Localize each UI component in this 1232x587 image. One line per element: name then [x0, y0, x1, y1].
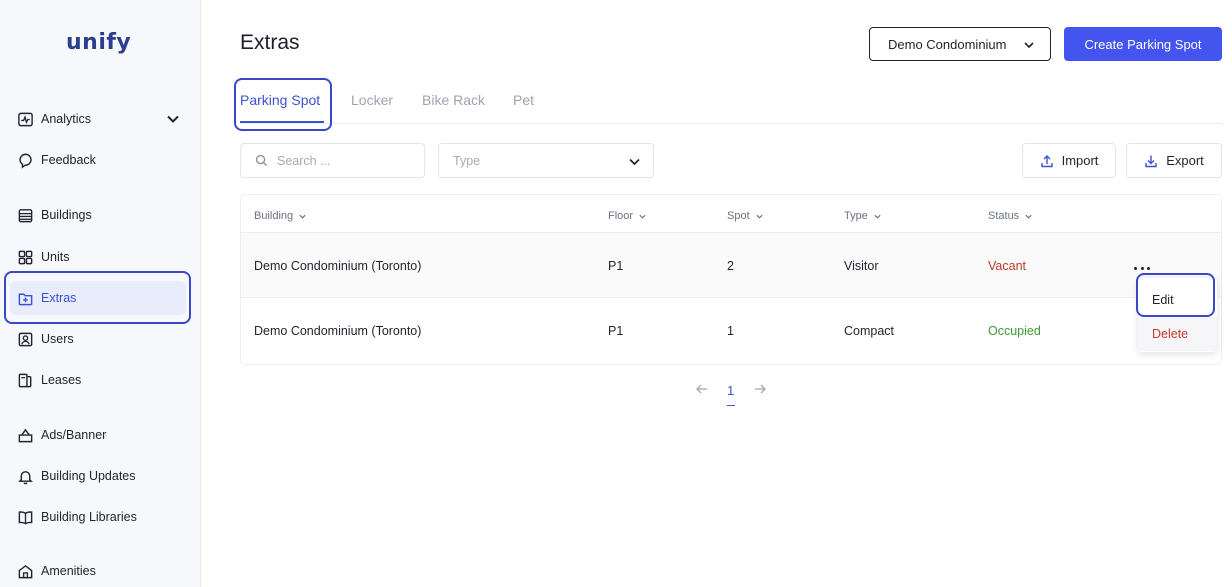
type-select[interactable]: Type — [438, 143, 654, 178]
delete-menu-item[interactable]: Delete — [1138, 317, 1217, 351]
sidebar-item-label: Units — [41, 250, 70, 264]
sidebar-item-leases[interactable]: Leases — [16, 368, 81, 392]
column-header-spot[interactable]: Spot — [727, 210, 764, 222]
sidebar-item-ads-banner[interactable]: Ads/Banner — [16, 423, 106, 447]
units-icon — [16, 248, 34, 266]
feedback-icon — [16, 151, 34, 169]
sidebar-item-units[interactable]: Units — [16, 245, 69, 269]
next-page-icon[interactable] — [753, 382, 767, 396]
status-badge: Vacant — [988, 259, 1026, 273]
tab-locker[interactable]: Locker — [351, 92, 393, 108]
sidebar-item-label: Analytics — [41, 112, 92, 126]
building-select-value: Demo Condominium — [888, 36, 1007, 52]
chevron-down-icon — [1024, 42, 1034, 49]
download-icon — [1145, 155, 1157, 167]
cell-floor: P1 — [608, 259, 624, 273]
buildings-icon — [16, 206, 34, 224]
search-icon — [255, 154, 268, 167]
sidebar-item-label: Building Updates — [41, 469, 136, 483]
building-select[interactable]: Demo Condominium — [869, 27, 1051, 61]
chevron-down-icon — [756, 214, 763, 219]
status-badge: Occupied — [988, 324, 1041, 338]
tab-bike-rack[interactable]: Bike Rack — [422, 92, 485, 108]
highlight-edit — [1136, 273, 1215, 317]
page-number[interactable]: 1 — [727, 383, 734, 398]
users-icon — [16, 330, 34, 348]
current-page-indicator — [727, 405, 735, 406]
chevron-down-icon — [1025, 214, 1032, 219]
sidebar-item-label: Building Libraries — [41, 510, 137, 524]
previous-page-icon[interactable] — [695, 382, 709, 396]
type-select-placeholder: Type — [453, 153, 481, 168]
cell-type: Visitor — [844, 259, 879, 273]
upload-icon — [1040, 154, 1053, 167]
search-box[interactable] — [240, 143, 425, 178]
sidebar-item-feedback[interactable]: Feedback — [16, 148, 96, 172]
column-header-label: Building — [254, 210, 294, 222]
chevron-down-icon[interactable] — [164, 110, 182, 128]
page-title: Extras — [240, 31, 300, 54]
tabs-divider — [240, 123, 1222, 124]
bell-icon — [16, 467, 34, 485]
sidebar-item-label: Users — [41, 332, 74, 346]
create-parking-spot-button[interactable]: Create Parking Spot — [1064, 27, 1222, 61]
table-row[interactable]: Demo Condominium (Toronto) P1 2 Visitor … — [241, 232, 1221, 298]
chevron-down-icon — [874, 214, 881, 219]
column-header-building[interactable]: Building — [254, 210, 307, 222]
cell-spot: 1 — [727, 324, 734, 338]
cell-floor: P1 — [608, 324, 624, 338]
unify-logo[interactable]: unify — [66, 30, 131, 55]
tab-pet[interactable]: Pet — [513, 92, 534, 108]
chevron-down-icon — [639, 214, 646, 219]
column-header-type[interactable]: Type — [844, 210, 882, 222]
highlight-parking-spot-tab — [234, 78, 332, 131]
column-header-label: Status — [988, 210, 1020, 222]
sidebar-item-users[interactable]: Users — [16, 327, 74, 351]
amenities-icon — [16, 562, 34, 580]
sidebar-item-buildings[interactable]: Buildings — [16, 203, 92, 227]
cell-building: Demo Condominium (Toronto) — [254, 259, 422, 273]
book-icon — [16, 508, 34, 526]
cell-building: Demo Condominium (Toronto) — [254, 324, 422, 338]
sidebar-item-label: Leases — [41, 373, 82, 387]
analytics-icon — [16, 110, 34, 128]
highlight-extras — [4, 271, 191, 324]
more-options-icon[interactable] — [1134, 257, 1150, 273]
sidebar-item-label: Feedback — [41, 153, 96, 167]
sidebar-item-amenities[interactable]: Amenities — [16, 559, 96, 583]
search-input[interactable] — [277, 153, 407, 168]
column-header-label: Floor — [608, 210, 634, 222]
sidebar-item-analytics[interactable]: Analytics — [16, 107, 91, 131]
parking-spot-table: Building Floor Spot Type Status Demo Con… — [240, 194, 1222, 365]
export-label: Export — [1166, 153, 1204, 168]
sidebar-item-building-libraries[interactable]: Building Libraries — [16, 505, 137, 529]
import-label: Import — [1061, 153, 1099, 168]
chevron-down-icon — [629, 158, 640, 166]
column-header-label: Type — [844, 210, 868, 222]
table-row[interactable]: Demo Condominium (Toronto) P1 1 Compact … — [241, 298, 1221, 364]
sidebar-item-label: Amenities — [41, 564, 96, 578]
export-button[interactable]: Export — [1126, 143, 1222, 178]
cell-spot: 2 — [727, 259, 734, 273]
sidebar-item-building-updates[interactable]: Building Updates — [16, 464, 136, 488]
ads-banner-icon — [16, 426, 34, 444]
sidebar-item-label: Buildings — [41, 208, 92, 222]
chevron-down-icon — [299, 214, 306, 219]
column-header-status[interactable]: Status — [988, 210, 1033, 222]
import-button[interactable]: Import — [1022, 143, 1116, 178]
column-header-label: Spot — [727, 210, 750, 222]
cell-type: Compact — [844, 324, 895, 338]
leases-icon — [16, 371, 34, 389]
sidebar: unify Analytics Feedback Buildings Units… — [0, 0, 201, 587]
column-header-floor[interactable]: Floor — [608, 210, 647, 222]
sidebar-item-label: Ads/Banner — [41, 428, 107, 442]
